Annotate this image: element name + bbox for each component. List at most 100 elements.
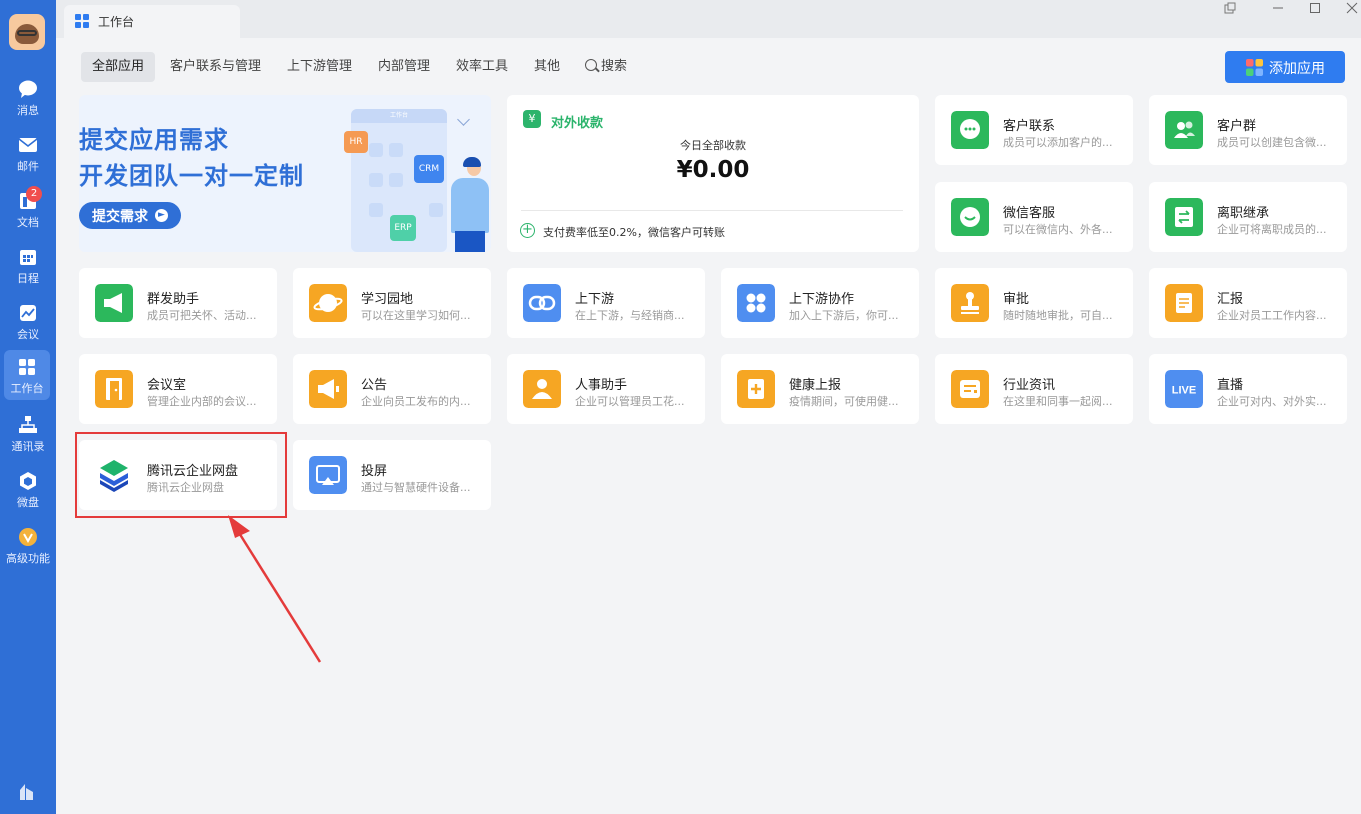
add-app-button[interactable]: 添加应用 [1225,51,1345,83]
notification-badge: 2 [26,186,42,202]
chevron-down-icon [457,113,470,126]
app-card-meeting-room[interactable]: 会议室 管理企业内部的会议... [79,354,277,424]
illustration-board-title: 工作台 [351,109,447,123]
submit-request-button[interactable]: 提交需求 ► [79,202,181,229]
app-card-announcement[interactable]: 公告 企业向员工发布的内... [293,354,491,424]
feedback-icon[interactable] [16,780,38,802]
maximize-button[interactable] [1305,2,1325,18]
sidebar: 消息 邮件 2 文档 日程 会议 工作台 通讯录 微盘 高级功能 [0,0,56,814]
app-name: 审批 [1003,292,1030,307]
app-desc: 管理企业内部的会议... [147,395,257,408]
minimize-button[interactable] [1268,2,1288,18]
app-name: 微信客服 [1003,206,1056,221]
app-card-hr-assistant[interactable]: 人事助手 企业可以管理员工花... [507,354,705,424]
close-button[interactable] [1342,2,1361,18]
income-note[interactable]: 支付费率低至0.2%，微信客户可转账 [543,224,725,240]
custom-dev-banner[interactable]: 提交应用需求 开发团队一对一定制 提交需求 ► 工作台 HR CRM ERP [79,95,491,252]
sidebar-item-calendar[interactable]: 日程 [0,240,56,290]
app-card-industry-news[interactable]: 行业资讯 在这里和同事一起阅... [935,354,1133,424]
maximize-icon [1310,3,1320,13]
planet-icon [309,284,347,322]
sidebar-item-mail[interactable]: 邮件 [0,128,56,178]
calendar-icon [20,250,36,265]
app-card-customer-contact[interactable]: 客户联系 成员可以添加客户的... [935,95,1133,165]
customer-service-icon [951,198,989,236]
app-name: 公告 [361,378,388,393]
annotation-arrow [228,515,322,663]
illustration-person-legs [455,231,485,252]
category-customer[interactable]: 客户联系与管理 [159,52,272,82]
sidebar-item-weipan[interactable]: 微盘 [0,464,56,514]
app-name: 直播 [1217,378,1244,393]
sidebar-item-label: 微盘 [17,496,39,509]
sidebar-item-workbench[interactable]: 工作台 [4,350,50,400]
search-icon [585,59,597,71]
app-card-screen-cast[interactable]: 投屏 通过与智慧硬件设备... [293,440,491,510]
app-card-resignation-inherit[interactable]: 离职继承 企业可将离职成员的... [1149,182,1347,252]
app-card-customer-group[interactable]: 客户群 成员可以创建包含微... [1149,95,1347,165]
category-all[interactable]: 全部应用 [81,52,156,82]
illustration-tile [429,203,443,217]
arrow-right-icon: ► [155,209,168,222]
app-card-supply-collab[interactable]: 上下游协作 加入上下游后，你可... [721,268,919,338]
app-card-live[interactable]: LIVE 直播 企业可对内、对外实... [1149,354,1347,424]
sidebar-item-contacts[interactable]: 通讯录 [0,408,56,458]
sidebar-item-label: 邮件 [17,160,39,173]
sidebar-item-label: 文档 [17,216,39,229]
app-name: 投屏 [361,464,388,479]
avatar[interactable] [9,14,45,50]
app-name: 人事助手 [575,378,628,393]
app-desc: 随时随地审批，可自... [1003,309,1113,322]
app-card-health-report[interactable]: 健康上报 疫情期间，可使用健... [721,354,919,424]
search-label: 搜索 [601,59,628,74]
crm-chip: CRM [414,155,444,183]
sidebar-item-label: 通讯录 [11,440,45,453]
app-desc: 可以在这里学习如何... [361,309,471,322]
screen-cast-icon [309,456,347,494]
app-card-approval[interactable]: 审批 随时随地审批，可自... [935,268,1133,338]
sidebar-item-label: 消息 [17,104,39,117]
health-icon [737,370,775,408]
app-desc: 企业向员工发布的内... [361,395,471,408]
app-desc: 企业可将离职成员的... [1217,223,1327,236]
category-other[interactable]: 其他 [523,52,571,82]
hr-person-icon [523,370,561,408]
tab-title: 工作台 [98,15,135,29]
app-name: 群发助手 [147,292,200,307]
app-card-learning[interactable]: 学习园地 可以在这里学习如何... [293,268,491,338]
yuan-icon: ¥ [523,110,541,128]
app-name: 学习园地 [361,292,414,307]
sidebar-item-meeting[interactable]: 会议 [0,296,56,346]
category-supply-chain[interactable]: 上下游管理 [276,52,363,82]
mail-icon [18,138,38,152]
app-name: 上下游协作 [789,292,855,307]
income-subtitle: 今日全部收款 [680,139,746,152]
megaphone-icon [95,284,133,322]
sidebar-item-messages[interactable]: 消息 [0,72,56,122]
group-icon [1165,111,1203,149]
sidebar-item-docs[interactable]: 2 文档 [0,184,56,234]
external-payment-card[interactable]: ¥ 对外收款 今日全部收款 ¥0.00 + 支付费率低至0.2%，微信客户可转账 [507,95,919,252]
app-card-report[interactable]: 汇报 企业对员工工作内容... [1149,268,1347,338]
banner-subtitle: 开发团队一对一定制 [79,162,304,190]
app-desc: 疫情期间，可使用健... [789,395,899,408]
app-desc: 加入上下游后，你可... [789,309,899,322]
erp-chip: ERP [390,215,416,241]
stamp-icon [951,284,989,322]
search-tab[interactable]: 搜索 [574,52,638,82]
submit-request-label: 提交需求 [92,209,148,225]
sidebar-item-premium[interactable]: 高级功能 [0,520,56,570]
category-internal[interactable]: 内部管理 [367,52,441,82]
app-desc: 成员可以添加客户的... [1003,136,1113,149]
popout-button[interactable] [1220,2,1240,18]
window-tab-bar: 工作台 [56,0,1361,38]
category-efficiency[interactable]: 效率工具 [445,52,519,82]
app-card-wechat-service[interactable]: 微信客服 可以在微信内、外各... [935,182,1133,252]
tab-workbench[interactable]: 工作台 [64,5,240,38]
contacts-icon [19,416,37,433]
sidebar-item-label: 高级功能 [6,552,50,565]
app-desc: 企业可以管理员工花... [575,395,685,408]
app-card-mass-send[interactable]: 群发助手 成员可把关怀、活动... [79,268,277,338]
close-icon [1346,2,1358,14]
app-card-supply-chain[interactable]: 上下游 在上下游，与经销商... [507,268,705,338]
